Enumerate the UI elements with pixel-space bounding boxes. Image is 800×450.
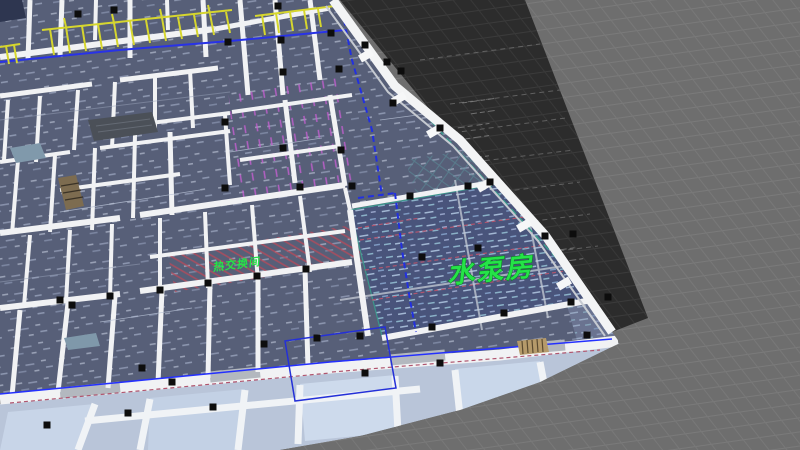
selection-grip[interactable] (407, 193, 414, 200)
selection-grip[interactable] (501, 310, 508, 317)
selection-grip[interactable] (584, 332, 591, 339)
selection-grip[interactable] (125, 410, 132, 417)
selection-grip[interactable] (570, 231, 577, 238)
selection-grip[interactable] (542, 233, 549, 240)
selection-grip[interactable] (111, 7, 118, 14)
3d-scene-canvas[interactable]: 水泵房 热交换间 (0, 0, 800, 450)
selection-grip[interactable] (314, 335, 321, 342)
selection-grip[interactable] (419, 254, 426, 261)
selection-grip[interactable] (44, 422, 51, 429)
selection-grip[interactable] (398, 68, 405, 75)
selection-grip[interactable] (157, 287, 164, 294)
selection-grip[interactable] (384, 59, 391, 66)
selection-grip[interactable] (357, 333, 364, 340)
selection-grip[interactable] (465, 183, 472, 190)
selection-grip[interactable] (605, 294, 612, 301)
selection-grip[interactable] (338, 147, 345, 154)
selection-grip[interactable] (437, 125, 444, 132)
selection-grip[interactable] (336, 66, 343, 73)
selection-grip[interactable] (69, 302, 76, 309)
model-viewport[interactable]: 水泵房 热交换间 (0, 0, 800, 450)
selection-grip[interactable] (328, 30, 335, 37)
selection-grip[interactable] (297, 184, 304, 191)
selection-grip[interactable] (57, 297, 64, 304)
selection-grip[interactable] (139, 365, 146, 372)
selection-grip[interactable] (437, 360, 444, 367)
selection-grip[interactable] (222, 185, 229, 192)
selection-grip[interactable] (205, 280, 212, 287)
selection-grip[interactable] (225, 39, 232, 46)
selection-grip[interactable] (278, 37, 285, 44)
selection-grip[interactable] (254, 273, 261, 280)
selection-grip[interactable] (75, 11, 82, 18)
selection-grip[interactable] (222, 119, 229, 126)
selection-grip[interactable] (280, 145, 287, 152)
selection-grip[interactable] (362, 42, 369, 49)
selection-grip[interactable] (362, 370, 369, 377)
selection-grip[interactable] (210, 404, 217, 411)
selection-grip[interactable] (487, 179, 494, 186)
selection-grip[interactable] (107, 293, 114, 300)
selection-grip[interactable] (169, 379, 176, 386)
selection-grip[interactable] (275, 3, 282, 10)
selection-grip[interactable] (568, 299, 575, 306)
selection-grip[interactable] (429, 324, 436, 331)
selection-grip[interactable] (280, 69, 287, 76)
selection-grip[interactable] (261, 341, 268, 348)
selection-grip[interactable] (475, 245, 482, 252)
selection-grip[interactable] (390, 100, 397, 107)
selection-grip[interactable] (349, 183, 356, 190)
selection-grip[interactable] (303, 266, 310, 273)
